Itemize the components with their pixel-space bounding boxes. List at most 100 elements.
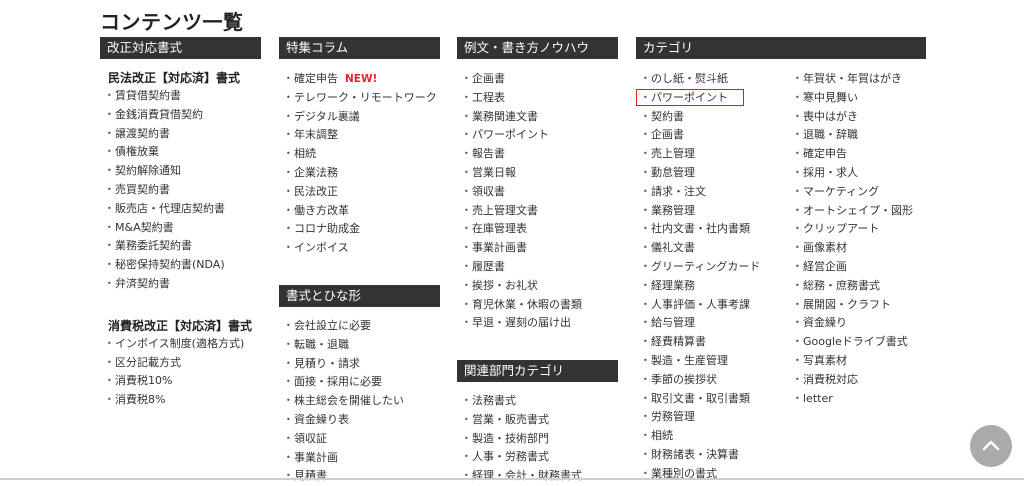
list-item[interactable]: 確定申告: [788, 145, 926, 164]
list-item[interactable]: 経理業務: [636, 277, 786, 296]
list-item[interactable]: 企画書: [636, 126, 786, 145]
list-item[interactable]: 売上管理: [636, 145, 786, 164]
list-item[interactable]: 経費精算書: [636, 333, 786, 352]
list-item[interactable]: 給与管理: [636, 314, 786, 333]
group-title-consumption-tax[interactable]: 消費税改正【対応済】書式: [100, 317, 261, 334]
list-item[interactable]: 製造・生産管理: [636, 352, 786, 371]
list-item[interactable]: グリーティングカード: [636, 258, 786, 277]
list-item[interactable]: 働き方改革: [279, 202, 440, 221]
list-item[interactable]: 総務・庶務書式: [788, 277, 926, 296]
list-item[interactable]: デジタル裏議: [279, 108, 440, 127]
list-item[interactable]: 見積り・請求: [279, 355, 440, 374]
list-item[interactable]: 経営企画: [788, 258, 926, 277]
new-badge: NEW!: [345, 73, 378, 85]
list-item[interactable]: 早退・遅刻の届け出: [457, 314, 618, 333]
list-item[interactable]: インボイス: [279, 239, 440, 258]
list-item[interactable]: 売上管理文書: [457, 202, 618, 221]
list-item[interactable]: 退職・辞職: [788, 126, 926, 145]
section-header-categories: カテゴリ: [636, 37, 926, 59]
list-item[interactable]: 転職・退職: [279, 336, 440, 355]
list-item[interactable]: 相続: [636, 427, 786, 446]
list-item[interactable]: 勤怠管理: [636, 164, 786, 183]
list-item[interactable]: 挨拶・お礼状: [457, 277, 618, 296]
list-item[interactable]: 事業計画: [279, 449, 440, 468]
list-item[interactable]: 企画書: [457, 70, 618, 89]
list-item[interactable]: 消費税対応: [788, 371, 926, 390]
list-item[interactable]: 会社設立に必要: [279, 317, 440, 336]
list-item[interactable]: 法務書式: [457, 392, 618, 411]
list-item[interactable]: Googleドライブ書式: [788, 333, 926, 352]
list-item[interactable]: インボイス制度(適格方式): [100, 335, 261, 354]
list-item[interactable]: 領収書: [457, 183, 618, 202]
list-item[interactable]: 企業法務: [279, 164, 440, 183]
list-item[interactable]: 報告書: [457, 145, 618, 164]
list-item[interactable]: 業務関連文書: [457, 108, 618, 127]
list-item[interactable]: 領収証: [279, 430, 440, 449]
list-item[interactable]: 製造・技術部門: [457, 430, 618, 449]
list-item[interactable]: 喪中はがき: [788, 108, 926, 127]
list-item[interactable]: 弁済契約書: [100, 275, 261, 294]
list-item[interactable]: 事業計画書: [457, 239, 618, 258]
list-item[interactable]: のし紙・熨斗紙: [636, 70, 786, 89]
list-item[interactable]: 採用・求人: [788, 164, 926, 183]
list-item[interactable]: 金銭消費貸借契約: [100, 106, 261, 125]
list-item[interactable]: 確定申告 NEW!: [279, 70, 440, 89]
list-item[interactable]: 寒中見舞い: [788, 89, 926, 108]
list-item[interactable]: コロナ助成金: [279, 220, 440, 239]
list-item[interactable]: 秘密保持契約書(NDA): [100, 256, 261, 275]
list-item[interactable]: 民法改正: [279, 183, 440, 202]
list-item[interactable]: 営業・販売書式: [457, 411, 618, 430]
list-item[interactable]: 賃貸借契約書: [100, 87, 261, 106]
list-item[interactable]: 売買契約書: [100, 181, 261, 200]
list-item[interactable]: 契約解除通知: [100, 162, 261, 181]
list-item[interactable]: 消費税10%: [100, 372, 261, 391]
list-feature-columns: 確定申告 NEW! テレワーク・リモートワーク デジタル裏議 年末調整 相続 企業…: [279, 70, 440, 258]
list-item[interactable]: 人事評価・人事考課: [636, 296, 786, 315]
section-header-writing-knowhow: 例文・書き方ノウハウ: [457, 37, 618, 59]
list-item[interactable]: 在庫管理表: [457, 220, 618, 239]
list-item[interactable]: 社内文書・社内書類: [636, 220, 786, 239]
list-item[interactable]: 資金繰り: [788, 314, 926, 333]
list-item[interactable]: 面接・採用に必要: [279, 373, 440, 392]
list-item[interactable]: 区分記載方式: [100, 354, 261, 373]
list-item[interactable]: 年末調整: [279, 126, 440, 145]
group-title-civil-law[interactable]: 民法改正【対応済】書式: [100, 69, 261, 86]
list-item[interactable]: 画像素材: [788, 239, 926, 258]
list-item[interactable]: クリップアート: [788, 220, 926, 239]
list-item[interactable]: letter: [788, 390, 926, 409]
list-item[interactable]: テレワーク・リモートワーク: [279, 89, 440, 108]
list-item[interactable]: マーケティング: [788, 183, 926, 202]
list-item[interactable]: オートシェイプ・図形: [788, 202, 926, 221]
list-item-powerpoint[interactable]: パワーポイント: [636, 89, 786, 108]
list-item[interactable]: 債権放棄: [100, 143, 261, 162]
list-item[interactable]: 財務諸表・決算書: [636, 446, 786, 465]
list-item[interactable]: パワーポイント: [457, 126, 618, 145]
list-item[interactable]: 業務委託契約書: [100, 237, 261, 256]
scroll-top-button[interactable]: [970, 425, 1012, 467]
list-item[interactable]: 労務管理: [636, 408, 786, 427]
list-item[interactable]: 見積書: [279, 467, 440, 486]
list-item[interactable]: 育児休業・休暇の書類: [457, 296, 618, 315]
list-item[interactable]: 人事・労務書式: [457, 448, 618, 467]
list-item[interactable]: 資金繰り表: [279, 411, 440, 430]
list-item[interactable]: 取引文書・取引書類: [636, 390, 786, 409]
list-item[interactable]: 販売店・代理店契約書: [100, 200, 261, 219]
list-item[interactable]: 展開図・クラフト: [788, 296, 926, 315]
list-item[interactable]: 契約書: [636, 108, 786, 127]
list-item[interactable]: 業務管理: [636, 202, 786, 221]
list-item[interactable]: 年賀状・年賀はがき: [788, 70, 926, 89]
list-item[interactable]: 経理・会計・財務書式: [457, 467, 618, 486]
list-item[interactable]: 相続: [279, 145, 440, 164]
list-item[interactable]: 履歴書: [457, 258, 618, 277]
list-item[interactable]: 工程表: [457, 89, 618, 108]
list-item[interactable]: 消費税8%: [100, 391, 261, 410]
list-item[interactable]: 譲渡契約書: [100, 125, 261, 144]
list-item[interactable]: M&A契約書: [100, 219, 261, 238]
list-item[interactable]: 営業日報: [457, 164, 618, 183]
list-item[interactable]: 儀礼文書: [636, 239, 786, 258]
list-item[interactable]: 業種別の書式: [636, 465, 786, 484]
list-item[interactable]: 株主総会を開催したい: [279, 392, 440, 411]
list-item[interactable]: 季節の挨拶状: [636, 371, 786, 390]
list-item[interactable]: 請求・注文: [636, 183, 786, 202]
list-item[interactable]: 写真素材: [788, 352, 926, 371]
